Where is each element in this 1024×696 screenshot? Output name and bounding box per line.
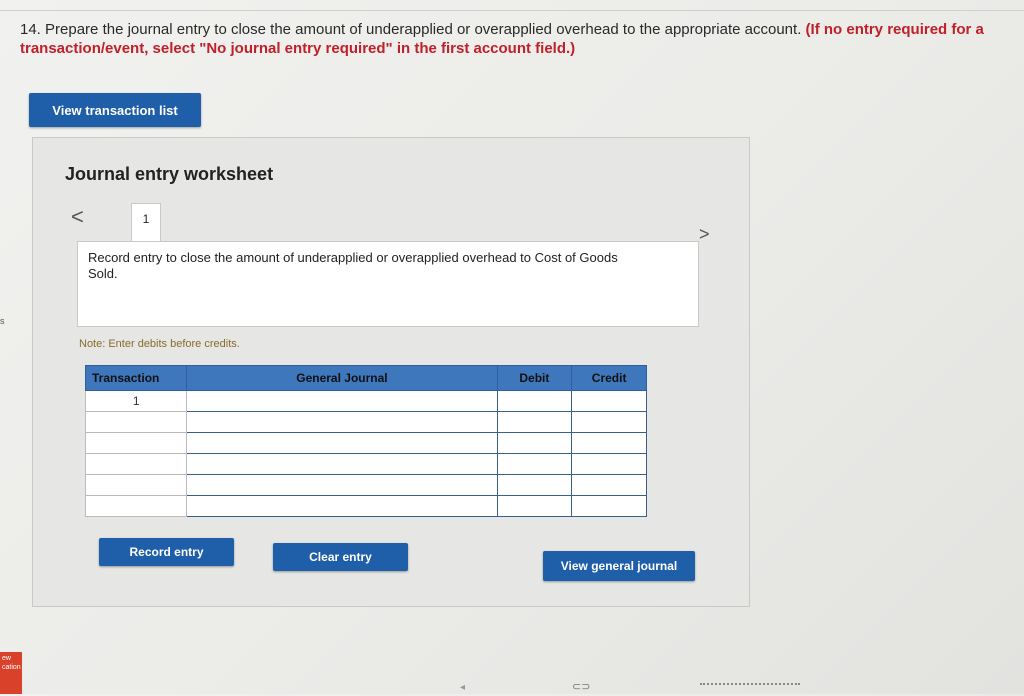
chevron-left-icon[interactable]: < (71, 204, 84, 230)
record-entry-button[interactable]: Record entry (99, 538, 234, 566)
header-transaction: Transaction (84, 365, 188, 391)
transaction-cell (84, 453, 188, 475)
header-credit: Credit (571, 365, 647, 391)
dotted-region (700, 683, 800, 696)
view-transaction-list-button[interactable]: View transaction list (29, 93, 201, 127)
entry-description: Record entry to close the amount of unde… (88, 250, 618, 281)
account-input[interactable] (186, 495, 498, 517)
table-row (84, 411, 647, 433)
table-row (84, 495, 647, 517)
credit-input[interactable] (571, 411, 647, 433)
account-input[interactable] (186, 432, 498, 454)
journal-table: Transaction General Journal Debit Credit… (84, 365, 647, 517)
debit-input[interactable] (496, 495, 573, 517)
question-text: Prepare the journal entry to close the a… (45, 21, 802, 38)
left-edge-mark: s (0, 316, 5, 326)
clear-entry-button[interactable]: Clear entry (273, 543, 408, 571)
table-row (84, 453, 647, 475)
credit-input[interactable] (571, 390, 647, 412)
transaction-cell: 1 (84, 390, 188, 412)
table-row: 1 (84, 390, 647, 412)
prev-page-icon[interactable]: ◂ (460, 682, 465, 693)
debit-input[interactable] (496, 390, 573, 412)
question-prompt: 14. Prepare the journal entry to close t… (20, 20, 1020, 58)
debits-note: Note: Enter debits before credits. (79, 338, 240, 350)
journal-header-row: Transaction General Journal Debit Credit (84, 365, 647, 391)
worksheet-title: Journal entry worksheet (65, 164, 274, 184)
account-input[interactable] (186, 453, 498, 475)
debit-input[interactable] (496, 453, 573, 475)
account-input[interactable] (186, 390, 498, 412)
header-general-journal: General Journal (186, 365, 498, 391)
credit-input[interactable] (571, 432, 647, 454)
entry-description-box: Record entry to close the amount of unde… (77, 241, 699, 327)
debit-input[interactable] (496, 411, 573, 433)
question-number: 14. (20, 21, 41, 38)
side-tab[interactable]: ew cation (0, 652, 22, 694)
credit-input[interactable] (571, 474, 647, 496)
debit-input[interactable] (496, 474, 573, 496)
journal-entry-worksheet-panel: Journal entry worksheet < 1 > Record ent… (32, 137, 750, 607)
top-divider (0, 10, 1024, 11)
transaction-cell (84, 474, 188, 496)
table-row (84, 474, 647, 496)
credit-input[interactable] (571, 495, 647, 517)
table-row (84, 432, 647, 454)
transaction-cell (84, 432, 188, 454)
link-icon[interactable]: ⊂⊃ (572, 680, 590, 693)
tab-entry-1[interactable]: 1 (131, 203, 161, 242)
account-input[interactable] (186, 411, 498, 433)
account-input[interactable] (186, 474, 498, 496)
transaction-cell (84, 411, 188, 433)
debit-input[interactable] (496, 432, 573, 454)
credit-input[interactable] (571, 453, 647, 475)
header-debit: Debit (496, 365, 573, 391)
view-general-journal-button[interactable]: View general journal (543, 551, 695, 581)
transaction-cell (84, 495, 188, 517)
chevron-right-icon[interactable]: > (699, 224, 710, 245)
